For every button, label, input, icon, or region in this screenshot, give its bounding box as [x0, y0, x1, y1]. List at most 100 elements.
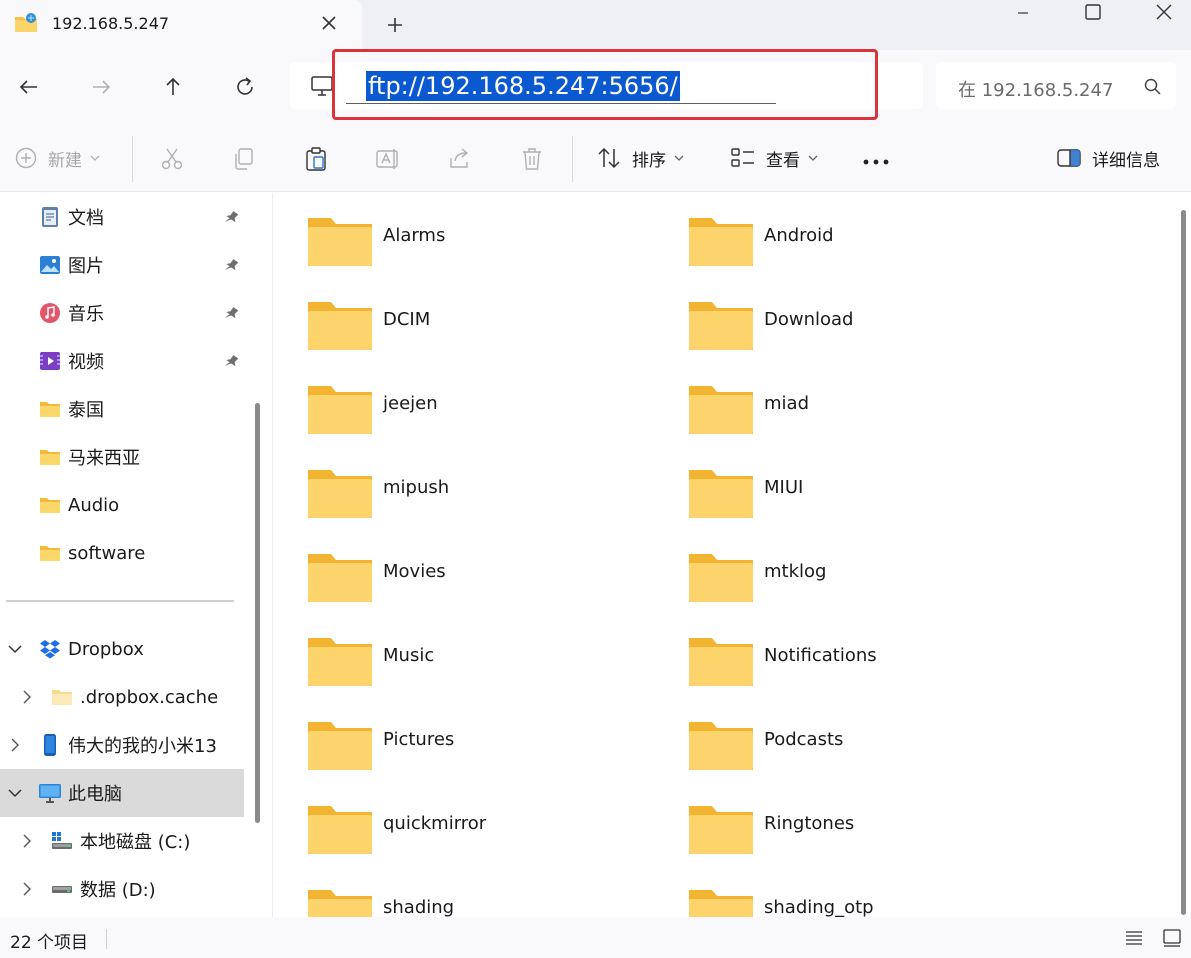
sidebar-item-software[interactable]: software: [38, 538, 145, 568]
more-options-button[interactable]: [862, 148, 890, 176]
details-view-icon[interactable]: [1123, 927, 1145, 949]
folder-item[interactable]: shading: [307, 887, 667, 917]
sidebar-item-this-pc[interactable]: 此电脑: [38, 778, 122, 808]
sidebar-item-drive-c[interactable]: 本地磁盘 (C:): [50, 826, 190, 856]
chevron-down-icon[interactable]: [6, 640, 24, 658]
sidebar-item-label: 马来西亚: [68, 448, 140, 469]
chevron-down-icon: [674, 155, 684, 161]
folder-item[interactable]: miad: [688, 383, 1048, 453]
pin-icon[interactable]: [222, 305, 240, 323]
sidebar-item-pictures[interactable]: 图片: [38, 250, 104, 280]
folder-icon: [40, 498, 60, 513]
new-tab-button[interactable]: [383, 13, 407, 37]
folder-icon: [308, 722, 372, 770]
sort-button[interactable]: 排序: [596, 144, 684, 172]
chevron-right-icon[interactable]: [18, 880, 36, 898]
folder-name: Android: [764, 225, 834, 246]
folder-icon: [689, 890, 753, 917]
folder-item[interactable]: Movies: [307, 551, 667, 621]
folder-item[interactable]: Pictures: [307, 719, 667, 789]
sidebar-item-drive-d[interactable]: 数据 (D:): [50, 874, 156, 904]
document-icon: [42, 207, 58, 227]
close-tab-icon[interactable]: [318, 12, 340, 34]
sidebar-item-label: 文档: [68, 208, 104, 229]
folder-item[interactable]: Ringtones: [688, 803, 1048, 873]
share-icon[interactable]: [447, 146, 473, 172]
folder-name: quickmirror: [383, 813, 487, 834]
folder-item[interactable]: Alarms: [307, 215, 667, 285]
sidebar-item-music[interactable]: 音乐: [38, 298, 104, 328]
folder-item[interactable]: Podcasts: [688, 719, 1048, 789]
pin-icon[interactable]: [222, 209, 240, 227]
chevron-down-icon: [90, 155, 100, 161]
folder-name: Ringtones: [764, 813, 855, 834]
sidebar-item-label: 本地磁盘 (C:): [80, 832, 191, 853]
chevron-down-icon[interactable]: [6, 784, 24, 802]
cut-icon[interactable]: [159, 146, 185, 172]
sidebar-item-audio[interactable]: Audio: [38, 490, 119, 520]
paste-icon[interactable]: [303, 146, 329, 172]
back-button[interactable]: [16, 74, 42, 100]
forward-button[interactable]: [88, 74, 114, 100]
delete-icon[interactable]: [519, 146, 545, 172]
drive-icon: [52, 886, 72, 893]
sidebar-item-documents[interactable]: 文档: [38, 202, 104, 232]
sidebar-item-videos[interactable]: 视频: [38, 346, 104, 376]
folder-item[interactable]: Download: [688, 299, 1048, 369]
folder-item[interactable]: quickmirror: [307, 803, 667, 873]
folder-item[interactable]: Notifications: [688, 635, 1048, 705]
minimize-button[interactable]: [1000, 0, 1046, 30]
folder-name: mtklog: [764, 561, 827, 582]
sidebar-item-thailand[interactable]: 泰国: [38, 394, 104, 424]
sidebar-item-phone[interactable]: 伟大的我的小米13: [38, 730, 217, 760]
sidebar-item-label: 此电脑: [68, 784, 122, 805]
search-placeholder[interactable]: 在 192.168.5.247: [958, 76, 1113, 102]
pin-icon[interactable]: [222, 257, 240, 275]
close-window-button[interactable]: [1141, 0, 1187, 30]
up-button[interactable]: [160, 74, 186, 100]
selected-row-highlight: [0, 769, 244, 817]
refresh-button[interactable]: [232, 74, 258, 100]
sidebar-item-label: .dropbox.cache: [80, 686, 219, 708]
new-button[interactable]: 新建: [14, 144, 100, 172]
chevron-right-icon[interactable]: [18, 688, 36, 706]
view-list-icon: [731, 148, 754, 167]
sidebar-scrollbar[interactable]: [255, 403, 260, 823]
sidebar-item-label: 图片: [68, 256, 104, 277]
chevron-right-icon[interactable]: [18, 832, 36, 850]
view-button[interactable]: 查看: [730, 144, 818, 172]
status-bar: 22 个项目: [0, 917, 1191, 958]
network-folder-icon: [14, 12, 38, 34]
computer-icon: [39, 784, 61, 803]
folder-item[interactable]: shading_otp: [688, 887, 1048, 917]
dropbox-icon: [40, 640, 60, 659]
sort-label: 排序: [632, 150, 666, 171]
folder-item[interactable]: mtklog: [688, 551, 1048, 621]
content-scrollbar[interactable]: [1181, 210, 1186, 915]
pin-icon[interactable]: [222, 353, 240, 371]
details-pane-button[interactable]: 详细信息: [1056, 144, 1160, 172]
chevron-right-icon[interactable]: [6, 736, 24, 754]
folder-item[interactable]: DCIM: [307, 299, 667, 369]
view-label: 查看: [766, 150, 800, 171]
sidebar-item-dropbox-cache[interactable]: .dropbox.cache: [50, 682, 218, 712]
search-icon[interactable]: [1143, 77, 1163, 97]
folder-item[interactable]: jeejen: [307, 383, 667, 453]
folder-name: miad: [764, 393, 809, 414]
folder-item[interactable]: MIUI: [688, 467, 1048, 537]
sidebar-item-dropbox[interactable]: Dropbox: [38, 634, 144, 664]
sidebar-item-label: 泰国: [68, 400, 104, 421]
large-icons-view-icon[interactable]: [1161, 927, 1183, 949]
sidebar-divider: [6, 600, 234, 602]
search-box[interactable]: 在 192.168.5.247: [936, 62, 1176, 109]
folder-item[interactable]: mipush: [307, 467, 667, 537]
copy-icon[interactable]: [231, 146, 257, 172]
folder-icon: [40, 450, 60, 465]
maximize-button[interactable]: [1070, 0, 1116, 30]
navigation-pane: 文档 图片 音乐 视频 泰国 马来西亚 Audio software Dropb…: [0, 193, 270, 917]
tab-active[interactable]: 192.168.5.247: [0, 0, 362, 50]
folder-item[interactable]: Music: [307, 635, 667, 705]
rename-icon[interactable]: [375, 146, 401, 172]
sidebar-item-malaysia[interactable]: 马来西亚: [38, 442, 140, 472]
folder-item[interactable]: Android: [688, 215, 1048, 285]
